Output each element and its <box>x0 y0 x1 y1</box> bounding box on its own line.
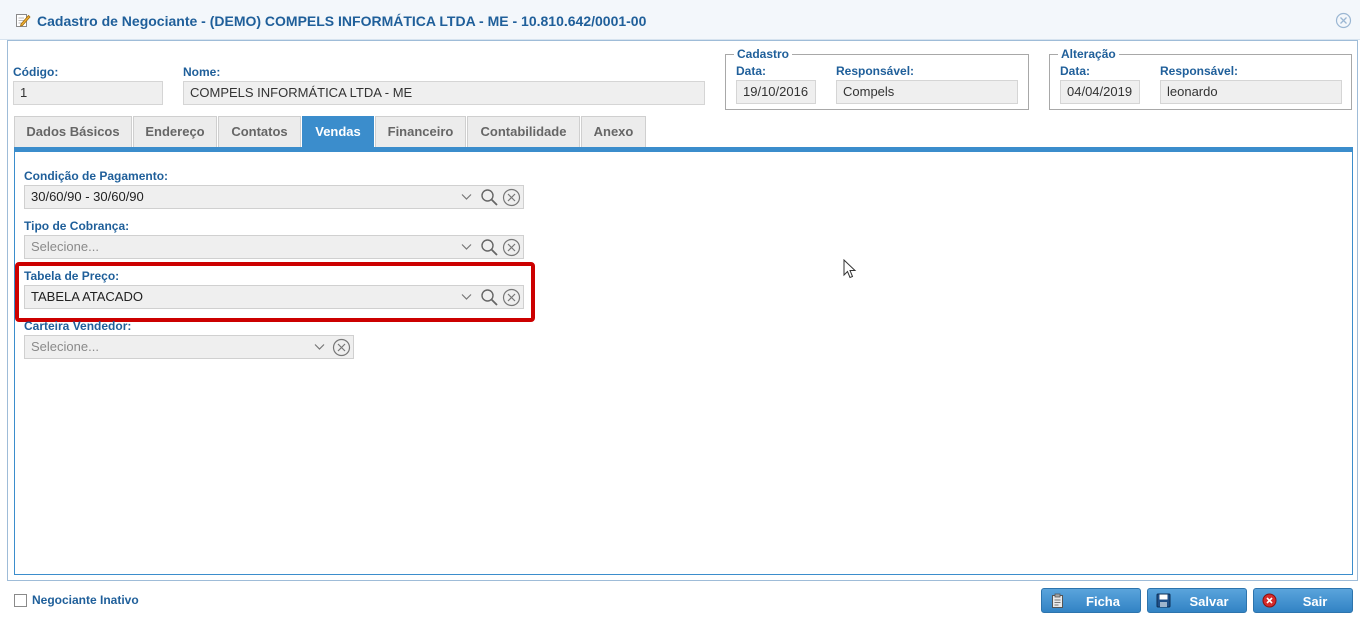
cadastro-data-label: Data: <box>736 64 767 78</box>
condicao-pagamento-combo[interactable]: 30/60/90 - 30/60/90 <box>24 185 524 209</box>
close-circle-icon[interactable] <box>1335 12 1352 29</box>
negociante-inativo-checkbox[interactable] <box>14 594 27 607</box>
window-title: Cadastro de Negociante - (DEMO) COMPELS … <box>37 13 647 29</box>
ficha-button-label: Ficha <box>1086 594 1120 609</box>
alteracao-responsavel-label: Responsável: <box>1160 64 1239 78</box>
edit-pencil-icon <box>16 14 31 27</box>
search-icon[interactable] <box>480 188 499 207</box>
chevron-down-icon[interactable] <box>461 193 472 201</box>
search-icon[interactable] <box>480 238 499 257</box>
condicao-pagamento-value: 30/60/90 - 30/60/90 <box>31 189 144 204</box>
sair-button[interactable]: Sair <box>1253 588 1353 613</box>
chevron-down-icon[interactable] <box>314 343 325 351</box>
alteracao-responsavel-field[interactable]: leonardo <box>1160 80 1342 104</box>
codigo-field[interactable]: 1 <box>13 81 163 105</box>
tab-vendas[interactable]: Vendas <box>302 116 374 147</box>
tab-anexo[interactable]: Anexo <box>581 116 646 147</box>
salvar-button-label: Salvar <box>1189 594 1229 609</box>
condicao-pagamento-label: Condição de Pagamento: <box>24 169 169 183</box>
tab-endereco[interactable]: Endereço <box>133 116 217 147</box>
negociante-inativo-label: Negociante Inativo <box>32 593 139 607</box>
ficha-button[interactable]: Ficha <box>1041 588 1141 613</box>
carteira-vendedor-label: Carteira Vendedor: <box>24 319 132 333</box>
alteracao-data-field[interactable]: 04/04/2019 <box>1060 80 1140 104</box>
cadastro-responsavel-field[interactable]: Compels <box>836 80 1018 104</box>
tab-contabilidade[interactable]: Contabilidade <box>467 116 580 147</box>
cadastro-data-field[interactable]: 19/10/2016 <box>736 80 816 104</box>
tipo-cobranca-label: Tipo de Cobrança: <box>24 219 130 233</box>
carteira-vendedor-placeholder: Selecione... <box>31 339 99 354</box>
vendas-tab-panel <box>14 152 1353 575</box>
tab-dados-basicos[interactable]: Dados Básicos <box>14 116 132 147</box>
save-disk-icon <box>1156 593 1171 608</box>
tipo-cobranca-placeholder: Selecione... <box>31 239 99 254</box>
cadastro-legend: Cadastro <box>737 47 790 61</box>
codigo-label: Código: <box>13 65 59 79</box>
clipboard-icon <box>1052 593 1063 608</box>
highlight-frame <box>15 262 535 322</box>
chevron-down-icon[interactable] <box>461 243 472 251</box>
sair-button-label: Sair <box>1302 594 1328 609</box>
carteira-vendedor-combo[interactable]: Selecione... <box>24 335 354 359</box>
alteracao-legend: Alteração <box>1061 47 1116 61</box>
exit-icon <box>1262 593 1277 608</box>
clear-circle-icon[interactable] <box>502 188 521 207</box>
alteracao-data-label: Data: <box>1060 64 1091 78</box>
clear-circle-icon[interactable] <box>332 338 351 357</box>
tab-financeiro[interactable]: Financeiro <box>375 116 466 147</box>
cadastro-responsavel-label: Responsável: <box>836 64 915 78</box>
salvar-button[interactable]: Salvar <box>1147 588 1247 613</box>
tipo-cobranca-combo[interactable]: Selecione... <box>24 235 524 259</box>
clear-circle-icon[interactable] <box>502 238 521 257</box>
mouse-cursor-icon <box>843 259 857 279</box>
nome-label: Nome: <box>183 65 221 79</box>
nome-field[interactable]: COMPELS INFORMÁTICA LTDA - ME <box>183 81 705 105</box>
tab-contatos[interactable]: Contatos <box>218 116 301 147</box>
